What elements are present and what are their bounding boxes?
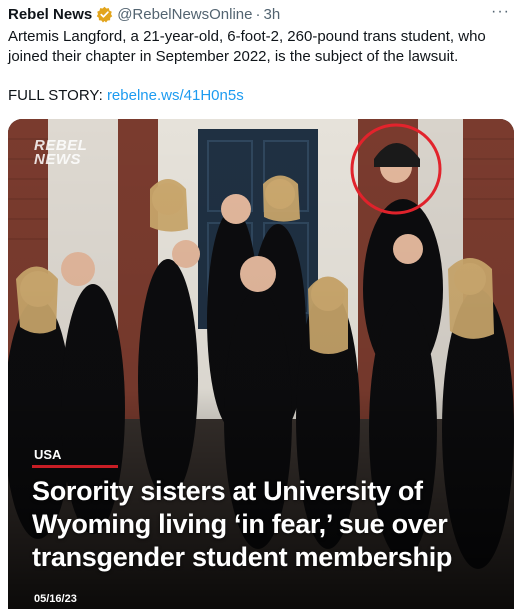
full-story-link[interactable]: rebelne.ws/41H0n5s [107,87,244,104]
article-date: 05/16/23 [34,593,77,605]
watermark-line-2: NEWS [34,151,81,168]
verified-badge-icon [96,6,113,23]
tweet-header: Rebel News @RebelNewsOnline · 3h ··· [8,3,514,25]
timestamp[interactable]: 3h [264,6,281,23]
tweet-card[interactable]: Rebel News @RebelNewsOnline · 3h ··· Art… [0,0,522,609]
full-story-label: FULL STORY: [8,87,103,104]
tweet-body: Artemis Langford, a 21-year-old, 6-foot-… [8,28,486,65]
author-handle[interactable]: @RebelNewsOnline [117,6,252,23]
category-underline [32,465,118,468]
full-story-line: FULL STORY: rebelne.ws/41H0n5s [8,86,244,106]
media-card[interactable]: REBEL NEWS USA Sorority sisters at Unive… [8,119,514,609]
author-name[interactable]: Rebel News [8,6,92,23]
watermark-logo: REBEL NEWS [34,138,87,168]
separator-dot: · [255,5,261,23]
more-options-icon[interactable]: ··· [491,3,510,21]
category-tag: USA [34,447,62,462]
article-headline: Sorority sisters at University of Wyomin… [32,476,453,572]
